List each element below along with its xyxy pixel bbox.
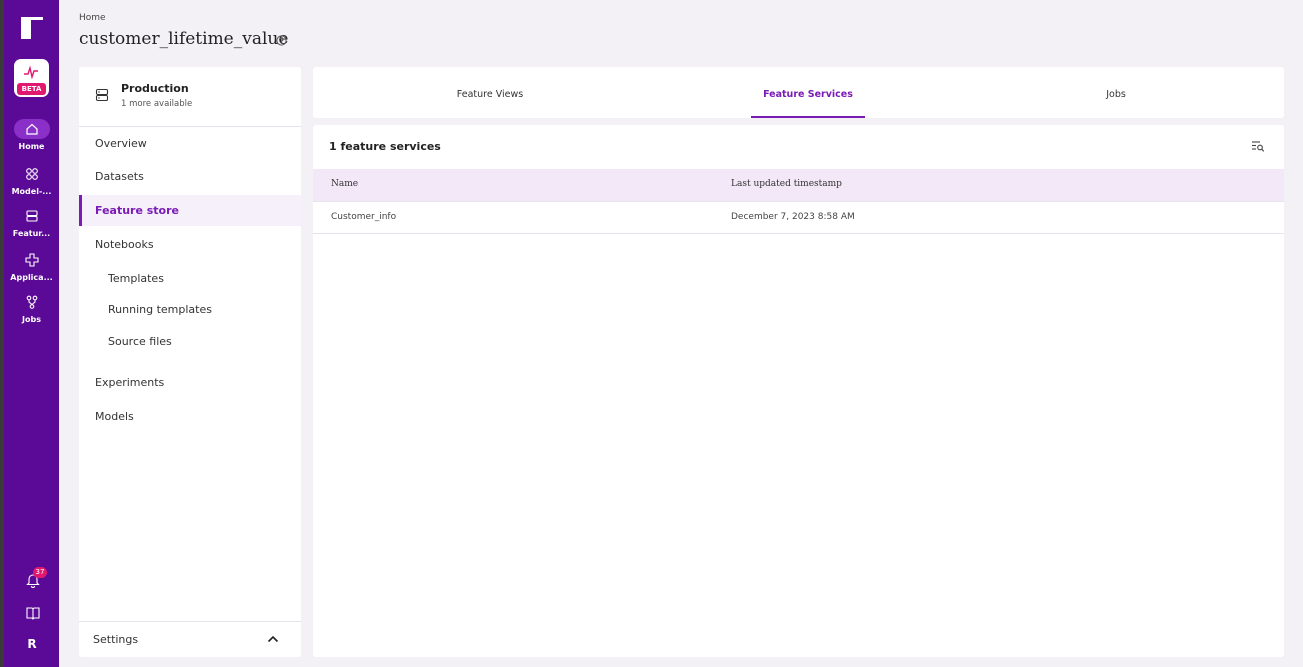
rail-item-label: Jobs bbox=[22, 315, 41, 324]
feature-store-icon bbox=[25, 210, 38, 222]
rail-item-jobs[interactable]: Jobs bbox=[4, 292, 59, 324]
project-sidebar: Production 1 more available Overview Dat… bbox=[79, 67, 301, 657]
server-icon bbox=[95, 88, 109, 102]
nav-item-feature-store[interactable]: Feature store bbox=[79, 195, 301, 226]
feature-services-table: 1 feature services Name Last updated tim… bbox=[313, 125, 1284, 657]
rail-item-label: Home bbox=[18, 142, 45, 151]
tab-bar: Feature Views Feature Services Jobs bbox=[313, 67, 1284, 118]
nav-item-notebooks[interactable]: Notebooks bbox=[79, 229, 301, 260]
nav-item-models[interactable]: Models bbox=[79, 401, 301, 432]
nav-item-overview[interactable]: Overview bbox=[79, 128, 301, 159]
jobs-icon bbox=[26, 295, 37, 309]
tab-feature-services[interactable]: Feature Services bbox=[751, 67, 865, 118]
nav-item-datasets[interactable]: Datasets bbox=[79, 161, 301, 192]
brand-logo-icon[interactable] bbox=[19, 16, 45, 40]
environment-name: Production bbox=[121, 82, 189, 95]
nav-item-source-files[interactable]: Source files bbox=[79, 326, 301, 357]
beta-app-button[interactable]: BETA bbox=[14, 59, 49, 97]
application-icon bbox=[24, 253, 39, 267]
home-icon bbox=[13, 119, 50, 139]
column-header-name[interactable]: Name bbox=[331, 169, 358, 199]
pulse-icon bbox=[24, 65, 38, 79]
nav-item-experiments[interactable]: Experiments bbox=[79, 367, 301, 398]
avatar[interactable]: R bbox=[24, 637, 40, 651]
rail-item-label: Model-... bbox=[11, 187, 52, 196]
chevron-up-icon bbox=[267, 635, 279, 643]
breadcrumb[interactable]: Home bbox=[79, 13, 106, 23]
settings-label: Settings bbox=[93, 633, 139, 646]
tab-feature-views[interactable]: Feature Views bbox=[443, 67, 537, 118]
settings-toggle[interactable]: Settings bbox=[79, 621, 301, 657]
rail-item-label: Featur... bbox=[12, 229, 51, 238]
rail-item-home[interactable]: Home bbox=[4, 119, 59, 151]
cell-last-updated: December 7, 2023 8:58 AM bbox=[731, 212, 855, 222]
rail-item-model[interactable]: Model-... bbox=[4, 164, 59, 196]
rail-item-label: Applica... bbox=[10, 273, 53, 282]
table-header-row: Name Last updated timestamp bbox=[313, 169, 1284, 202]
nav-item-templates[interactable]: Templates bbox=[79, 263, 301, 294]
help-icon[interactable] bbox=[276, 35, 287, 46]
table-row[interactable]: Customer_info December 7, 2023 8:58 AM bbox=[313, 202, 1284, 234]
table-heading: 1 feature services bbox=[329, 140, 441, 153]
environment-selector[interactable]: Production 1 more available bbox=[79, 67, 301, 127]
environment-availability: 1 more available bbox=[121, 99, 193, 109]
rail-item-feature-store[interactable]: Featur... bbox=[4, 206, 59, 238]
app-rail: BETA Home Model-... Featur... Applica... bbox=[0, 0, 59, 667]
model-icon bbox=[25, 168, 38, 180]
page-title: customer_lifetime_value bbox=[79, 29, 289, 49]
cell-name[interactable]: Customer_info bbox=[331, 202, 396, 232]
column-header-last-updated[interactable]: Last updated timestamp bbox=[731, 169, 842, 199]
filter-search-icon[interactable] bbox=[1251, 139, 1265, 153]
tab-jobs[interactable]: Jobs bbox=[1086, 67, 1146, 118]
rail-item-applications[interactable]: Applica... bbox=[4, 250, 59, 282]
beta-badge: BETA bbox=[17, 83, 46, 95]
notification-count-badge: 37 bbox=[33, 567, 47, 578]
nav-item-running-templates[interactable]: Running templates bbox=[79, 294, 301, 325]
book-icon[interactable] bbox=[26, 606, 40, 620]
